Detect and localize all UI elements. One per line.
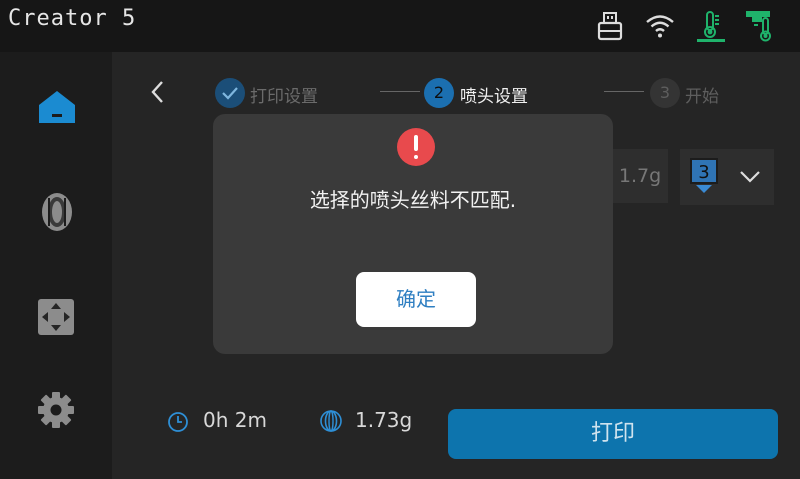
print-time: 0h 2m [203,408,267,432]
settings-gear-icon[interactable] [36,390,78,432]
dialog-message: 选择的喷头丝料不匹配. [309,188,517,212]
step-3-label: 开始 [685,87,719,107]
nozzle-temperature-icon [744,8,778,48]
app-title: Creator 5 [8,6,137,31]
step-2-number: 2 [424,78,454,108]
clock-icon [166,410,190,438]
step-2-label: 喷头设置 [460,87,528,107]
confirm-button[interactable]: 确定 [356,272,476,327]
filament-weight: 1.7g [612,149,668,203]
filament-weight-total: 1.73g [355,408,413,432]
top-bar: Creator 5 [0,0,800,52]
step-1-check-icon [215,78,245,108]
step-3-number: 3 [650,78,680,108]
print-button[interactable]: 打印 [448,409,778,459]
step-1-label: 打印设置 [250,87,318,107]
warning-icon [397,128,435,166]
nozzle-number-badge: 3 [690,158,718,184]
nozzle-select[interactable]: 3 [680,149,774,205]
wifi-icon [644,12,676,44]
move-control-icon[interactable] [36,297,78,339]
back-chevron-icon[interactable] [146,78,170,110]
home-icon[interactable] [36,86,78,128]
step-divider [604,91,644,92]
nozzle-pointer-icon [696,185,712,193]
chevron-down-icon [738,165,762,191]
filament-spool-icon[interactable] [36,190,78,232]
filament-icon [318,409,344,437]
step-divider [380,91,420,92]
mismatch-dialog: 选择的喷头丝料不匹配. 确定 [213,114,613,354]
bed-temperature-icon [694,8,728,48]
usb-drive-icon [596,10,624,46]
